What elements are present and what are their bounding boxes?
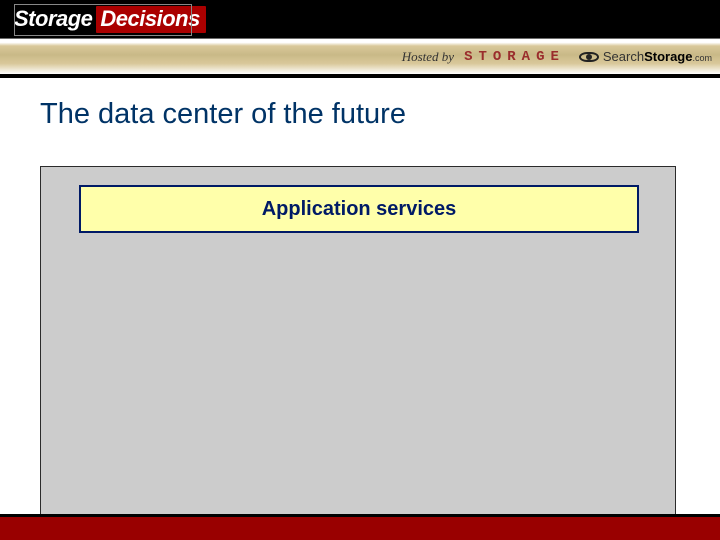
brand-logo: StorageDecisions <box>14 6 206 32</box>
searchstorage-text: SearchStorage.com <box>603 49 712 64</box>
hosted-by-label: Hosted by <box>402 49 454 65</box>
application-services-label: Application services <box>262 198 457 221</box>
footer-bar <box>0 514 720 540</box>
diagram-panel: Application services <box>40 166 676 516</box>
eye-icon <box>579 50 599 64</box>
application-services-box: Application services <box>79 185 639 233</box>
storage-magazine-logo: STORAGE <box>464 49 565 65</box>
slide-content: The data center of the future Applicatio… <box>0 98 720 131</box>
slide-title: The data center of the future <box>40 98 720 131</box>
hosted-by-strip: Hosted by STORAGE SearchStorage.com <box>0 38 720 74</box>
brand-word-decisions: Decisions <box>96 6 205 33</box>
top-bar: StorageDecisions <box>0 0 720 38</box>
brand-word-storage: Storage <box>14 6 92 31</box>
searchstorage-logo: SearchStorage.com <box>579 49 712 64</box>
header-divider <box>0 74 720 78</box>
